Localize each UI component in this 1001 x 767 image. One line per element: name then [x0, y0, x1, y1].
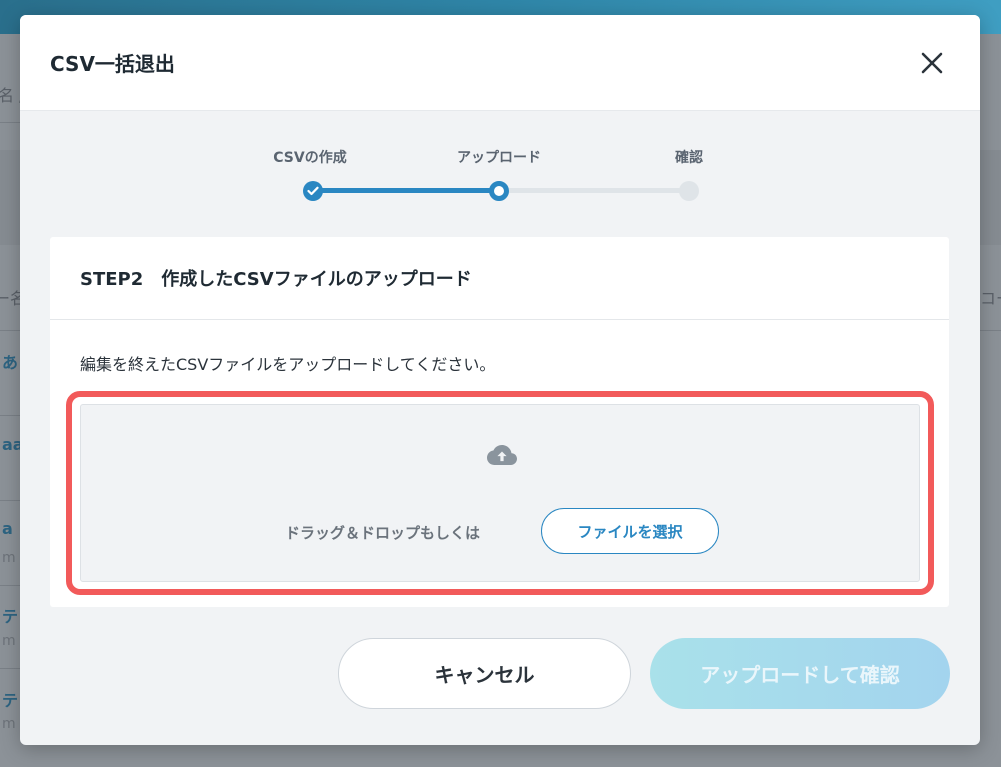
csv-bulk-exit-modal: CSV一括退出 CSVの作成 アップロード 確認 STEP2 作成したCSVファ…	[20, 15, 980, 745]
step-dot-current	[489, 181, 509, 201]
step-dot-todo	[679, 181, 699, 201]
step-label-upload: アップロード	[457, 150, 541, 166]
cancel-button[interactable]: キャンセル	[338, 638, 631, 709]
bg-divider	[0, 122, 20, 123]
bg-divider	[0, 500, 20, 501]
step-label-create: CSVの作成	[273, 150, 347, 166]
upload-step-card: STEP2 作成したCSVファイルのアップロード 編集を終えたCSVファイルをア…	[50, 237, 949, 607]
file-dropzone[interactable]: ドラッグ＆ドロップもしくは ファイルを選択	[80, 404, 920, 582]
bg-divider	[0, 330, 20, 331]
close-button[interactable]	[914, 45, 950, 81]
card-description: 編集を終えたCSVファイルをアップロードしてください。	[80, 355, 496, 374]
upload-and-confirm-button[interactable]: アップロードして確認	[650, 638, 950, 709]
close-icon	[921, 52, 943, 73]
bg-divider	[0, 668, 20, 669]
modal-header: CSV一括退出	[20, 15, 980, 111]
bg-cell: m	[2, 633, 16, 649]
bg-cell: テ	[2, 607, 19, 626]
step-track-progress	[313, 188, 499, 193]
bg-cell: テ	[2, 691, 19, 710]
bg-divider	[0, 585, 20, 586]
bg-cell: m	[2, 550, 16, 566]
bg-cell: a	[2, 519, 13, 538]
card-header: STEP2 作成したCSVファイルのアップロード	[50, 237, 949, 320]
step-dot-done	[303, 181, 323, 201]
cloud-upload-icon	[487, 445, 517, 465]
bg-divider	[980, 330, 1001, 331]
bg-cell: あ	[2, 353, 19, 372]
card-title: STEP2 作成したCSVファイルのアップロード	[80, 269, 472, 290]
bg-divider	[0, 415, 20, 416]
dropzone-text: ドラッグ＆ドロップもしくは	[285, 524, 481, 542]
select-file-button[interactable]: ファイルを選択	[541, 508, 719, 554]
check-icon	[307, 186, 319, 196]
modal-title: CSV一括退出	[50, 52, 175, 76]
bg-cell: m	[2, 716, 16, 732]
bg-column-header: コー	[980, 289, 1001, 308]
progress-stepper: CSVの作成 アップロード 確認	[20, 111, 980, 221]
step-label-confirm: 確認	[675, 150, 703, 166]
